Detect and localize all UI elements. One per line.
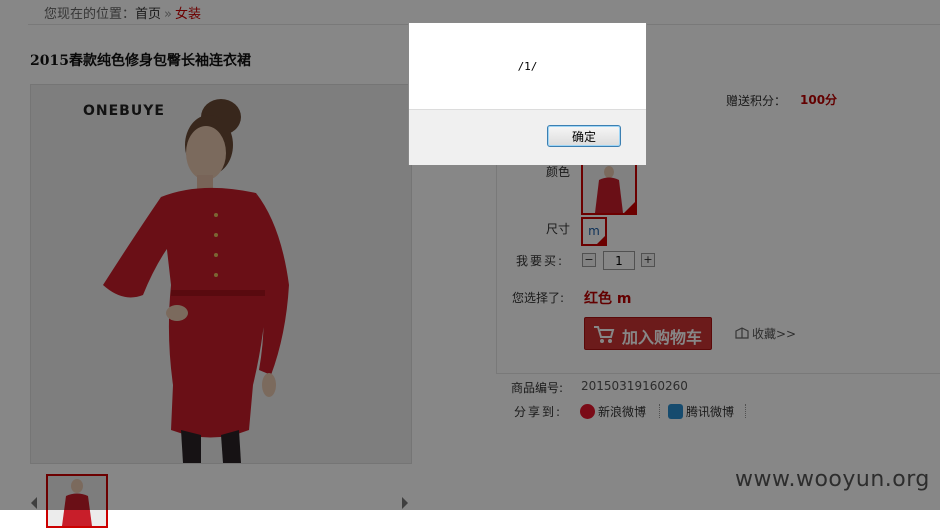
alert-ok-button[interactable]: 确定 xyxy=(547,125,621,147)
alert-footer: 确定 xyxy=(409,109,646,165)
alert-dialog: /1/ 确定 xyxy=(408,22,647,165)
alert-message: /1/ xyxy=(517,60,538,73)
